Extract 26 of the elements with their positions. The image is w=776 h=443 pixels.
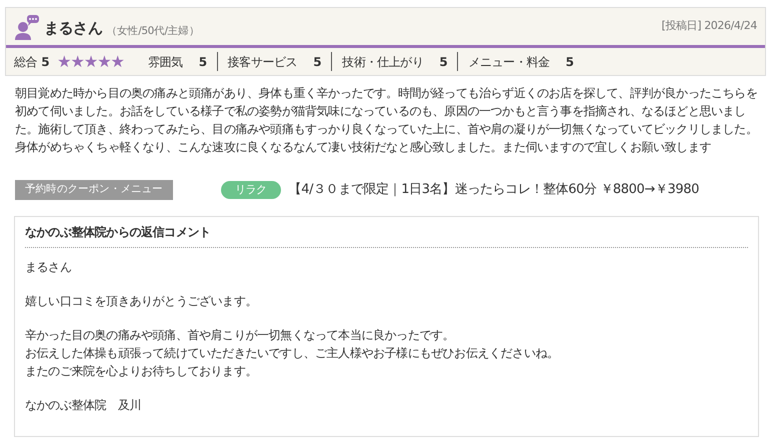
rating-score: 5	[313, 54, 322, 70]
reply-title: なかのぶ整体院からの返信コメント	[25, 222, 748, 248]
coupon-text: 【4/３０まで限定｜1日3名】迷ったらコレ！整体60分 ￥8800→￥3980	[288, 181, 699, 200]
reviewer-profile: （女性/50代/主婦）	[106, 24, 200, 39]
reviewer-name: まるさん	[44, 18, 102, 39]
rating-score: 5	[439, 54, 448, 70]
reply-line: まるさん	[25, 258, 72, 276]
overall-label: 総合	[14, 54, 38, 70]
overall-score: 5	[41, 54, 50, 70]
reply-line: 辛かった目の奥の痛みや頭痛、首や肩こりが一切無くなって本当に良かったです。	[25, 326, 456, 344]
reply-line: なかのぶ整体院 及川	[25, 396, 142, 414]
reply-line: 嬉しい口コミを頂きありがとうございます。	[25, 292, 258, 310]
reply-line: またのご来院を心よりお待ちしております。	[25, 362, 258, 380]
rating-label: 接客サービス	[228, 54, 298, 70]
posted-date: [投稿日] 2026/4/24	[662, 18, 757, 34]
review-text: 朝目覚めた時から目の奥の痛みと頭痛があり、身体も重く辛かったです。時間が経っても治らず近くのお店を探して、評判が良かったこちらを初めて伺いました。お話をしている様子で私の姿勢が猫背気味になっているのも、原因の一つかもと言う事を指摘され、なるほどと思いました。施術して頂き、終わってみたら、目の痛みや頭痛もすっかり良くなっていた上に、首や肩の凝りが一切無くなっていてビックリしました。身体がめちゃくちゃ軽くなり、こんな速攻に良くなるなんて凄い技術だなと感心致しました。また伺いますので宜しくお願い致します	[14, 85, 758, 156]
rating-label: 技術・仕上がり	[342, 54, 424, 70]
category-tag: リラク	[220, 180, 281, 200]
rating-label: メニュー・料金	[468, 54, 550, 70]
rating-label: 雰囲気	[148, 54, 183, 70]
rating-score: 5	[198, 54, 207, 70]
user-comment-icon	[14, 14, 40, 40]
rating-score: 5	[566, 54, 574, 70]
star-rating: ★★★★★	[57, 50, 124, 72]
coupon-label: 予約時のクーポン・メニュー	[15, 180, 173, 200]
reply-line: お伝えした体操も頑張って続けていただきたいですし、ご主人様やお子様にもぜひお伝えくださいね。	[25, 344, 560, 362]
